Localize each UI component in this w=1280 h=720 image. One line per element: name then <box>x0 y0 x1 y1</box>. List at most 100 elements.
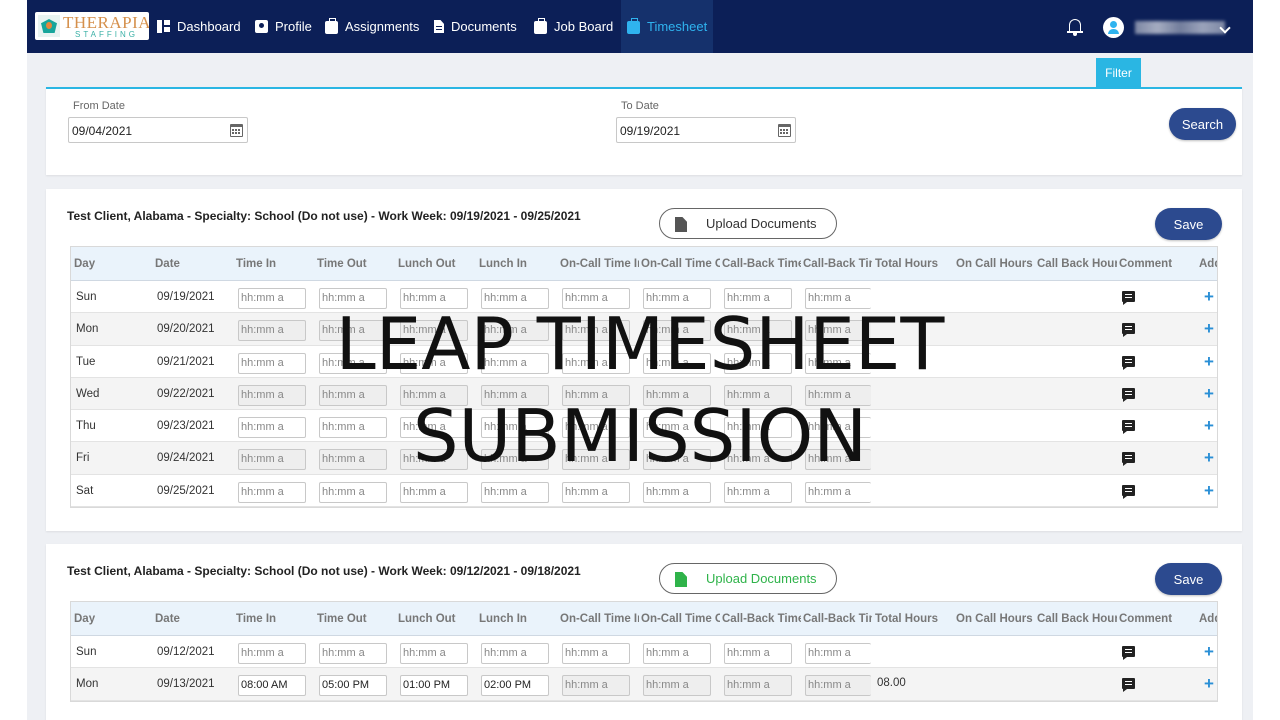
add-icon[interactable]: + <box>1204 674 1214 694</box>
nav-timesheet[interactable]: Timesheet <box>621 0 714 53</box>
time-input-on-call-time-out[interactable]: hh:mm a <box>643 384 711 406</box>
time-input-lunch-in[interactable]: hh:mm a <box>481 643 549 664</box>
from-date-input[interactable]: 09/04/2021 <box>68 117 248 143</box>
time-input-on-call-time-in[interactable]: hh:mm a <box>562 417 630 439</box>
nav-assignments[interactable]: Assignments <box>325 0 419 53</box>
time-input-time-out[interactable]: hh:mm a <box>319 320 387 342</box>
time-input-time-out[interactable]: 05:00 PM <box>319 675 387 697</box>
time-input-on-call-time-out[interactable]: hh:mm a <box>643 288 711 309</box>
time-input-on-call-time-out[interactable]: hh:mm a <box>643 643 711 664</box>
time-input-lunch-in[interactable]: hh:mm a <box>481 320 549 342</box>
time-input-on-call-time-in[interactable]: hh:mm a <box>562 643 630 664</box>
calendar-icon[interactable] <box>778 124 791 137</box>
nav-dashboard[interactable]: Dashboard <box>157 0 241 53</box>
avatar[interactable] <box>1103 17 1124 38</box>
to-date-input[interactable]: 09/19/2021 <box>616 117 796 143</box>
time-input-time-in[interactable]: hh:mm a <box>238 417 306 439</box>
time-input-on-call-time-out[interactable]: hh:mm a <box>643 481 711 503</box>
therapia-logo[interactable]: THERAPIA STAFFING <box>35 12 149 40</box>
bell-icon[interactable] <box>1067 18 1083 36</box>
time-input-call-back-time-in[interactable]: hh:mm a <box>724 643 792 664</box>
time-input-call-back-time-in[interactable]: hh:mm a <box>724 288 792 309</box>
time-input-call-back-time-in[interactable]: hh:mm a <box>724 675 792 697</box>
save-button[interactable]: Save <box>1155 208 1222 240</box>
time-input-lunch-in[interactable]: hh:mm a <box>481 481 549 503</box>
comment-icon[interactable] <box>1122 387 1135 402</box>
time-input-time-out[interactable]: hh:mm a <box>319 384 387 406</box>
time-input-on-call-time-in[interactable]: hh:mm a <box>562 481 630 503</box>
time-input-call-back-time-in[interactable]: hh:mm a <box>724 449 792 471</box>
time-input-time-in[interactable]: 08:00 AM <box>238 675 306 697</box>
time-input-lunch-in[interactable]: 02:00 PM <box>481 675 549 697</box>
time-input-call-back-time-out[interactable]: hh:mm a <box>805 288 871 309</box>
time-input-time-out[interactable]: hh:mm a <box>319 288 387 309</box>
add-icon[interactable]: + <box>1204 416 1214 436</box>
time-input-time-in[interactable]: hh:mm a <box>238 643 306 664</box>
time-input-call-back-time-out[interactable]: hh:mm a <box>805 417 871 439</box>
time-input-time-in[interactable]: hh:mm a <box>238 481 306 503</box>
time-input-call-back-time-out[interactable]: hh:mm a <box>805 384 871 406</box>
time-input-time-out[interactable]: hh:mm a <box>319 643 387 664</box>
comment-icon[interactable] <box>1122 646 1135 660</box>
time-input-call-back-time-out[interactable]: hh:mm a <box>805 481 871 503</box>
time-input-lunch-in[interactable]: hh:mm a <box>481 288 549 309</box>
time-input-time-out[interactable]: hh:mm a <box>319 449 387 471</box>
time-input-time-in[interactable]: hh:mm a <box>238 288 306 309</box>
time-input-lunch-in[interactable]: hh:mm a <box>481 384 549 406</box>
add-icon[interactable]: + <box>1204 384 1214 404</box>
time-input-lunch-in[interactable]: hh:mm a <box>481 417 549 439</box>
time-input-time-in[interactable]: hh:mm a <box>238 352 306 374</box>
nav-profile[interactable]: Profile <box>255 0 312 53</box>
time-input-call-back-time-in[interactable]: hh:mm a <box>724 384 792 406</box>
time-input-lunch-out[interactable]: 01:00 PM <box>400 675 468 697</box>
time-input-on-call-time-in[interactable]: hh:mm a <box>562 320 630 342</box>
nav-documents[interactable]: Documents <box>434 0 517 53</box>
time-input-on-call-time-out[interactable]: hh:mm a <box>643 675 711 697</box>
time-input-lunch-out[interactable]: hh:mm a <box>400 417 468 439</box>
time-input-lunch-out[interactable]: hh:mm a <box>400 352 468 374</box>
comment-icon[interactable] <box>1122 323 1135 338</box>
time-input-call-back-time-out[interactable]: hh:mm a <box>805 352 871 374</box>
filter-tab[interactable]: Filter <box>1096 58 1141 88</box>
time-input-time-out[interactable]: hh:mm a <box>319 481 387 503</box>
upload-documents-button[interactable]: Upload Documents <box>659 563 837 594</box>
time-input-on-call-time-in[interactable]: hh:mm a <box>562 449 630 471</box>
time-input-call-back-time-out[interactable]: hh:mm a <box>805 449 871 471</box>
time-input-call-back-time-out[interactable]: hh:mm a <box>805 643 871 664</box>
time-input-call-back-time-out[interactable]: hh:mm a <box>805 320 871 342</box>
time-input-lunch-out[interactable]: hh:mm a <box>400 288 468 309</box>
time-input-call-back-time-in[interactable]: hh:mm a <box>724 320 792 342</box>
time-input-time-in[interactable]: hh:mm a <box>238 449 306 471</box>
comment-icon[interactable] <box>1122 355 1135 370</box>
add-icon[interactable]: + <box>1204 448 1214 468</box>
time-input-time-out[interactable]: hh:mm a <box>319 352 387 374</box>
add-icon[interactable]: + <box>1204 642 1214 662</box>
comment-icon[interactable] <box>1122 484 1135 499</box>
time-input-on-call-time-out[interactable]: hh:mm a <box>643 352 711 374</box>
username-blurred[interactable] <box>1135 21 1225 34</box>
save-button[interactable]: Save <box>1155 563 1222 595</box>
nav-job-board[interactable]: Job Board <box>534 0 613 53</box>
add-icon[interactable]: + <box>1204 319 1214 339</box>
time-input-lunch-out[interactable]: hh:mm a <box>400 643 468 664</box>
time-input-lunch-out[interactable]: hh:mm a <box>400 320 468 342</box>
time-input-on-call-time-out[interactable]: hh:mm a <box>643 417 711 439</box>
calendar-icon[interactable] <box>230 124 243 137</box>
time-input-call-back-time-in[interactable]: hh:mm a <box>724 481 792 503</box>
time-input-lunch-in[interactable]: hh:mm a <box>481 352 549 374</box>
add-icon[interactable]: + <box>1204 481 1214 501</box>
time-input-call-back-time-in[interactable]: hh:mm a <box>724 352 792 374</box>
time-input-lunch-out[interactable]: hh:mm a <box>400 384 468 406</box>
comment-icon[interactable] <box>1122 452 1135 467</box>
time-input-time-in[interactable]: hh:mm a <box>238 320 306 342</box>
add-icon[interactable]: + <box>1204 352 1214 372</box>
comment-icon[interactable] <box>1122 678 1135 693</box>
time-input-call-back-time-out[interactable]: hh:mm a <box>805 675 871 697</box>
search-button[interactable]: Search <box>1169 108 1236 140</box>
time-input-time-in[interactable]: hh:mm a <box>238 384 306 406</box>
time-input-lunch-in[interactable]: hh:mm a <box>481 449 549 471</box>
time-input-on-call-time-out[interactable]: hh:mm a <box>643 449 711 471</box>
time-input-lunch-out[interactable]: hh:mm a <box>400 481 468 503</box>
comment-icon[interactable] <box>1122 420 1135 435</box>
comment-icon[interactable] <box>1122 291 1135 305</box>
